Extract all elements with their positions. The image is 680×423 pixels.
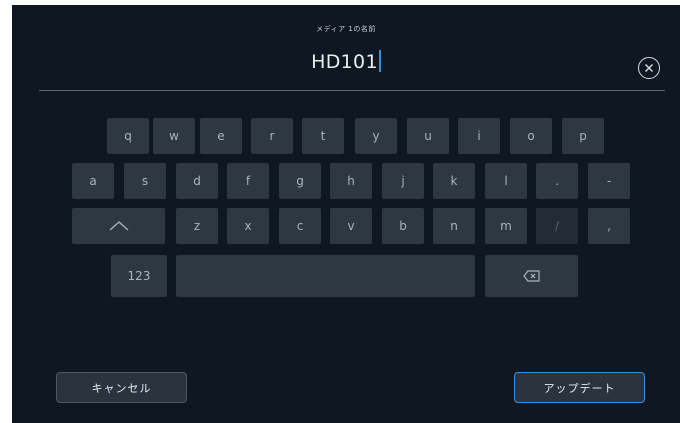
backspace-icon bbox=[522, 270, 540, 282]
key-c[interactable]: c bbox=[279, 208, 321, 244]
key-r[interactable]: r bbox=[251, 118, 293, 154]
numbers-key[interactable]: 123 bbox=[111, 255, 167, 297]
key-l[interactable]: l bbox=[485, 163, 527, 199]
key-b[interactable]: b bbox=[382, 208, 424, 244]
clear-circle-x-icon bbox=[645, 64, 653, 72]
key-h[interactable]: h bbox=[330, 163, 372, 199]
shift-key[interactable] bbox=[72, 208, 165, 244]
cancel-button[interactable]: キャンセル bbox=[56, 372, 187, 403]
dialog-title: メディア 1の名前 bbox=[316, 25, 376, 33]
clear-button[interactable] bbox=[638, 57, 660, 79]
divider bbox=[39, 90, 665, 91]
key-t[interactable]: t bbox=[302, 118, 344, 154]
space-key[interactable] bbox=[176, 255, 475, 297]
key-comma[interactable]: , bbox=[588, 208, 630, 244]
backspace-key[interactable] bbox=[485, 255, 578, 297]
key-w[interactable]: w bbox=[153, 118, 195, 154]
key-s[interactable]: s bbox=[124, 163, 166, 199]
key-e[interactable]: e bbox=[200, 118, 242, 154]
key-u[interactable]: u bbox=[407, 118, 449, 154]
key-d[interactable]: d bbox=[176, 163, 218, 199]
key-m[interactable]: m bbox=[485, 208, 527, 244]
key-n[interactable]: n bbox=[433, 208, 475, 244]
key-hyphen[interactable]: - bbox=[588, 163, 630, 199]
key-period[interactable]: . bbox=[536, 163, 578, 199]
key-i[interactable]: i bbox=[458, 118, 500, 154]
key-q[interactable]: q bbox=[107, 118, 149, 154]
key-f[interactable]: f bbox=[227, 163, 269, 199]
key-k[interactable]: k bbox=[433, 163, 475, 199]
name-value: HD101 bbox=[311, 51, 378, 73]
update-button[interactable]: アップデート bbox=[514, 372, 645, 403]
key-v[interactable]: v bbox=[330, 208, 372, 244]
shift-caret-icon bbox=[109, 221, 128, 231]
key-o[interactable]: o bbox=[510, 118, 552, 154]
key-y[interactable]: y bbox=[355, 118, 397, 154]
name-field[interactable]: HD101 bbox=[12, 49, 680, 79]
key-z[interactable]: z bbox=[176, 208, 218, 244]
key-p[interactable]: p bbox=[562, 118, 604, 154]
rename-dialog: メディア 1の名前 HD101 q w e r t y u i o p a s … bbox=[12, 5, 680, 423]
key-g[interactable]: g bbox=[279, 163, 321, 199]
key-j[interactable]: j bbox=[382, 163, 424, 199]
text-caret bbox=[378, 50, 381, 72]
key-slash[interactable]: / bbox=[536, 208, 578, 244]
key-x[interactable]: x bbox=[227, 208, 269, 244]
key-a[interactable]: a bbox=[72, 163, 114, 199]
